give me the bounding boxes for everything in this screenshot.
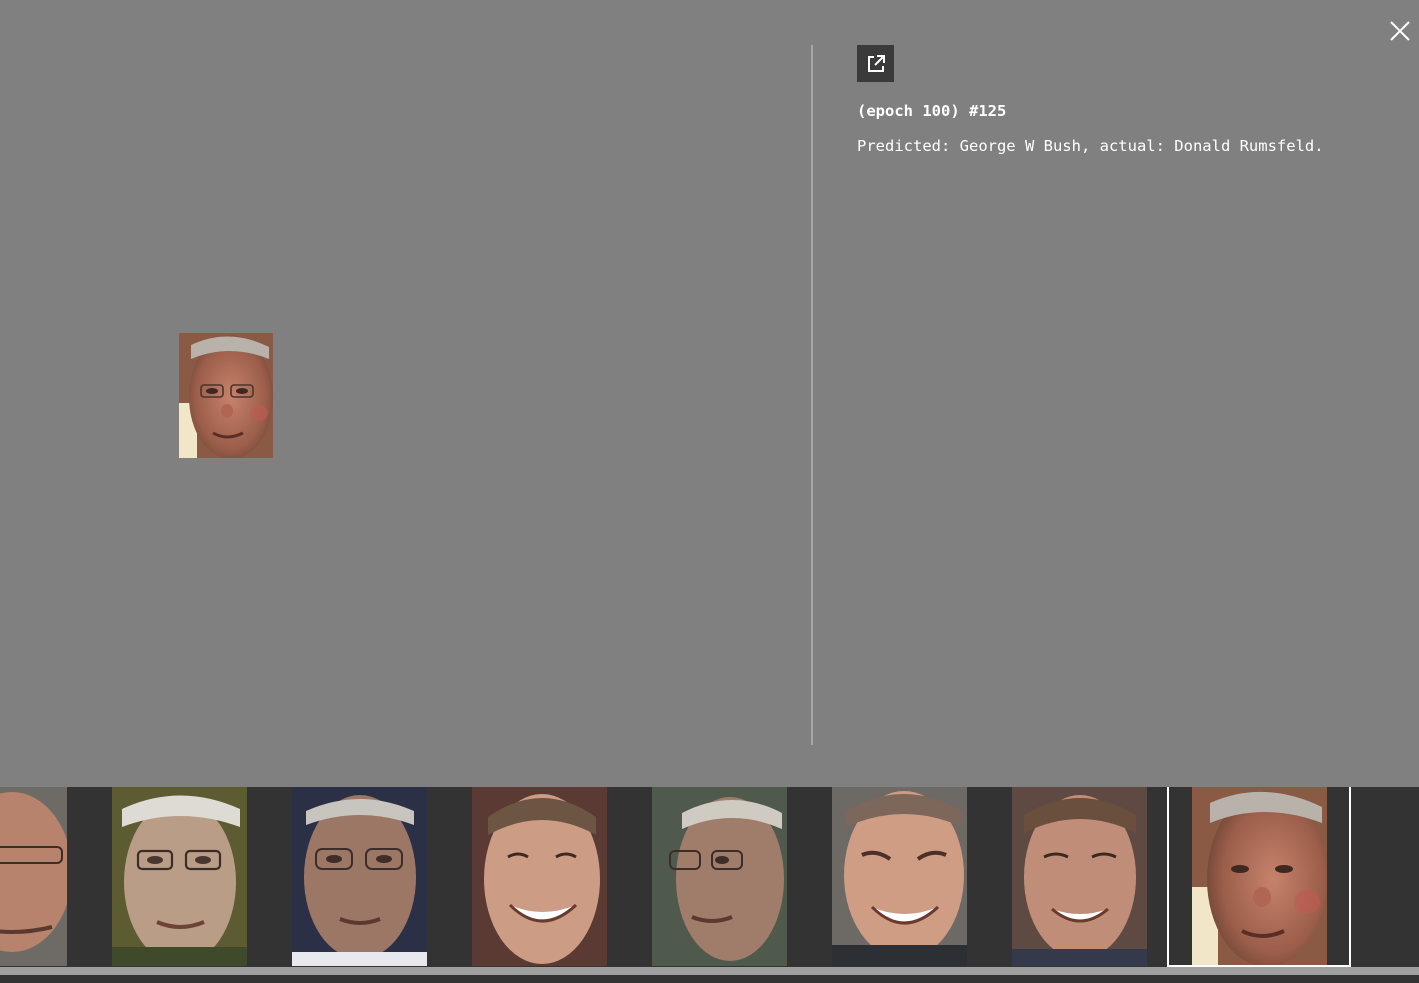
- filmstrip-scrollbar-thumb[interactable]: [0, 967, 1419, 975]
- thumbnail[interactable]: [0, 787, 67, 966]
- open-external-button[interactable]: [857, 45, 894, 82]
- thumbnail[interactable]: [652, 787, 787, 966]
- thumbnail[interactable]: [112, 787, 247, 966]
- image-title: (epoch 100) #125: [857, 102, 1007, 120]
- close-icon: [1390, 21, 1410, 41]
- image-caption: Predicted: George W Bush, actual: Donald…: [857, 137, 1324, 155]
- thumbnail[interactable]: [832, 787, 967, 966]
- filmstrip-scrollbar: [0, 967, 1419, 983]
- thumbnail-selected[interactable]: [1192, 787, 1327, 966]
- thumbnail[interactable]: [472, 787, 607, 966]
- thumbnail[interactable]: [292, 787, 427, 966]
- image-viewer: (epoch 100) #125 Predicted: George W Bus…: [0, 0, 1419, 983]
- main-face-image: [179, 333, 273, 458]
- external-link-icon: [867, 54, 885, 72]
- info-panel: (epoch 100) #125 Predicted: George W Bus…: [857, 45, 1397, 157]
- thumbnail[interactable]: [1012, 787, 1147, 966]
- close-button[interactable]: [1387, 18, 1413, 44]
- filmstrip: [0, 787, 1419, 967]
- panel-divider: [811, 45, 813, 745]
